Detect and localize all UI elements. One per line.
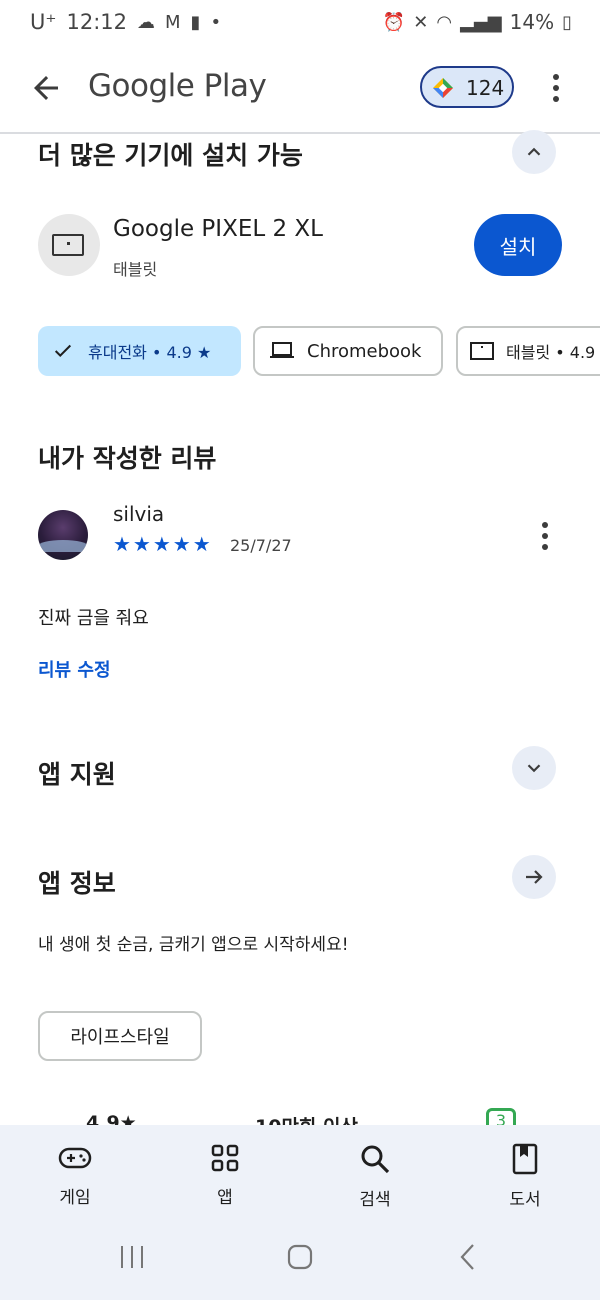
- laptop-icon: [270, 342, 294, 358]
- tablet-device-icon: [38, 214, 100, 276]
- home-icon[interactable]: [286, 1243, 314, 1271]
- app-bar: Google Play 124: [0, 48, 600, 134]
- nav-games[interactable]: 게임: [25, 1143, 125, 1208]
- status-right: ⏰ ✕ ◠ ▂▄▆ 14% ▯: [383, 10, 572, 34]
- expand-support-button[interactable]: [512, 746, 556, 790]
- gmail-icon: M: [165, 11, 181, 33]
- avatar: [38, 510, 88, 560]
- nav-books[interactable]: 도서: [475, 1143, 575, 1210]
- recent-apps-icon[interactable]: [118, 1243, 146, 1271]
- install-button[interactable]: 설치: [474, 214, 562, 276]
- chip-phone-label: 휴대전화 • 4.9 ★: [88, 343, 212, 362]
- nav-games-label: 게임: [59, 1188, 91, 1208]
- chip-chromebook[interactable]: Chromebook: [253, 326, 443, 376]
- gamepad-icon: [58, 1147, 92, 1169]
- app-description: 내 생애 첫 순금, 금캐기 앱으로 시작하세요!: [38, 935, 349, 955]
- chevron-up-icon: [527, 147, 541, 156]
- nav-search[interactable]: 검색: [325, 1143, 425, 1210]
- app-info-arrow-button[interactable]: [512, 855, 556, 899]
- arrow-right-icon: [526, 870, 543, 884]
- alarm-icon: ⏰: [382, 11, 406, 33]
- wifi-icon: ◠: [436, 11, 453, 33]
- battery-icon: ▯: [562, 11, 572, 33]
- collapse-button[interactable]: [512, 130, 556, 174]
- book-icon: [512, 1143, 538, 1175]
- my-review-title: 내가 작성한 리뷰: [38, 444, 217, 473]
- device-type: 태블릿: [113, 260, 158, 279]
- nav-books-label: 도서: [509, 1190, 541, 1210]
- app-support-title[interactable]: 앱 지원: [38, 755, 116, 791]
- dot-icon: •: [210, 11, 222, 33]
- nav-apps-label: 앱: [217, 1188, 233, 1208]
- system-back-icon[interactable]: [458, 1243, 478, 1271]
- back-arrow-icon[interactable]: [28, 70, 64, 106]
- devices-section-title: 더 많은 기기에 설치 가능: [38, 141, 303, 170]
- device-name: Google PIXEL 2 XL: [113, 216, 323, 242]
- category-chip[interactable]: 라이프스타일: [38, 1011, 202, 1061]
- play-points-icon: [433, 78, 453, 98]
- app-title: Google Play: [88, 68, 267, 104]
- mute-icon: ✕: [413, 11, 429, 33]
- app-info-title[interactable]: 앱 정보: [38, 864, 116, 900]
- edit-review-link[interactable]: 리뷰 수정: [38, 656, 111, 682]
- review-more-options-icon[interactable]: [540, 522, 550, 552]
- chip-tablet[interactable]: 태블릿 • 4.9: [456, 326, 600, 376]
- check-icon: [54, 344, 72, 358]
- status-bar: U⁺ 12:12 ☁ M ▮ • ⏰ ✕ ◠ ▂▄▆ 14% ▯: [0, 0, 600, 48]
- chevron-down-icon: [527, 764, 541, 773]
- signal-icon: ▂▄▆: [460, 11, 502, 33]
- review-author: silvia: [113, 502, 165, 526]
- chip-chromebook-label: Chromebook: [307, 340, 422, 362]
- review-date: 25/7/27: [230, 536, 292, 555]
- status-left: U⁺ 12:12 ☁ M ▮ •: [30, 10, 221, 34]
- nav-search-label: 검색: [359, 1190, 391, 1210]
- star-rating: ★★★★★: [113, 532, 213, 556]
- points-count: 124: [466, 76, 505, 100]
- chip-phone[interactable]: 휴대전화 • 4.9 ★: [38, 326, 241, 376]
- apps-grid-icon: [211, 1144, 239, 1172]
- chip-tablet-label: 태블릿 • 4.9: [506, 343, 596, 362]
- alert-battery-icon: ▮: [190, 11, 201, 33]
- nav-apps[interactable]: 앱: [175, 1143, 275, 1208]
- clock: 12:12: [66, 10, 127, 34]
- search-icon: [361, 1145, 390, 1174]
- more-options-icon[interactable]: [545, 74, 567, 104]
- tablet-icon: [470, 342, 494, 360]
- cloud-icon: ☁: [137, 11, 155, 33]
- play-points-button[interactable]: 124: [420, 66, 514, 108]
- carrier-label: U⁺: [30, 10, 57, 34]
- review-text: 진짜 금을 줘요: [38, 608, 149, 629]
- bottom-navigation: 게임 앱 검색 도서: [0, 1125, 600, 1300]
- battery-percent: 14%: [509, 10, 555, 34]
- system-navigation-bar: [0, 1243, 600, 1283]
